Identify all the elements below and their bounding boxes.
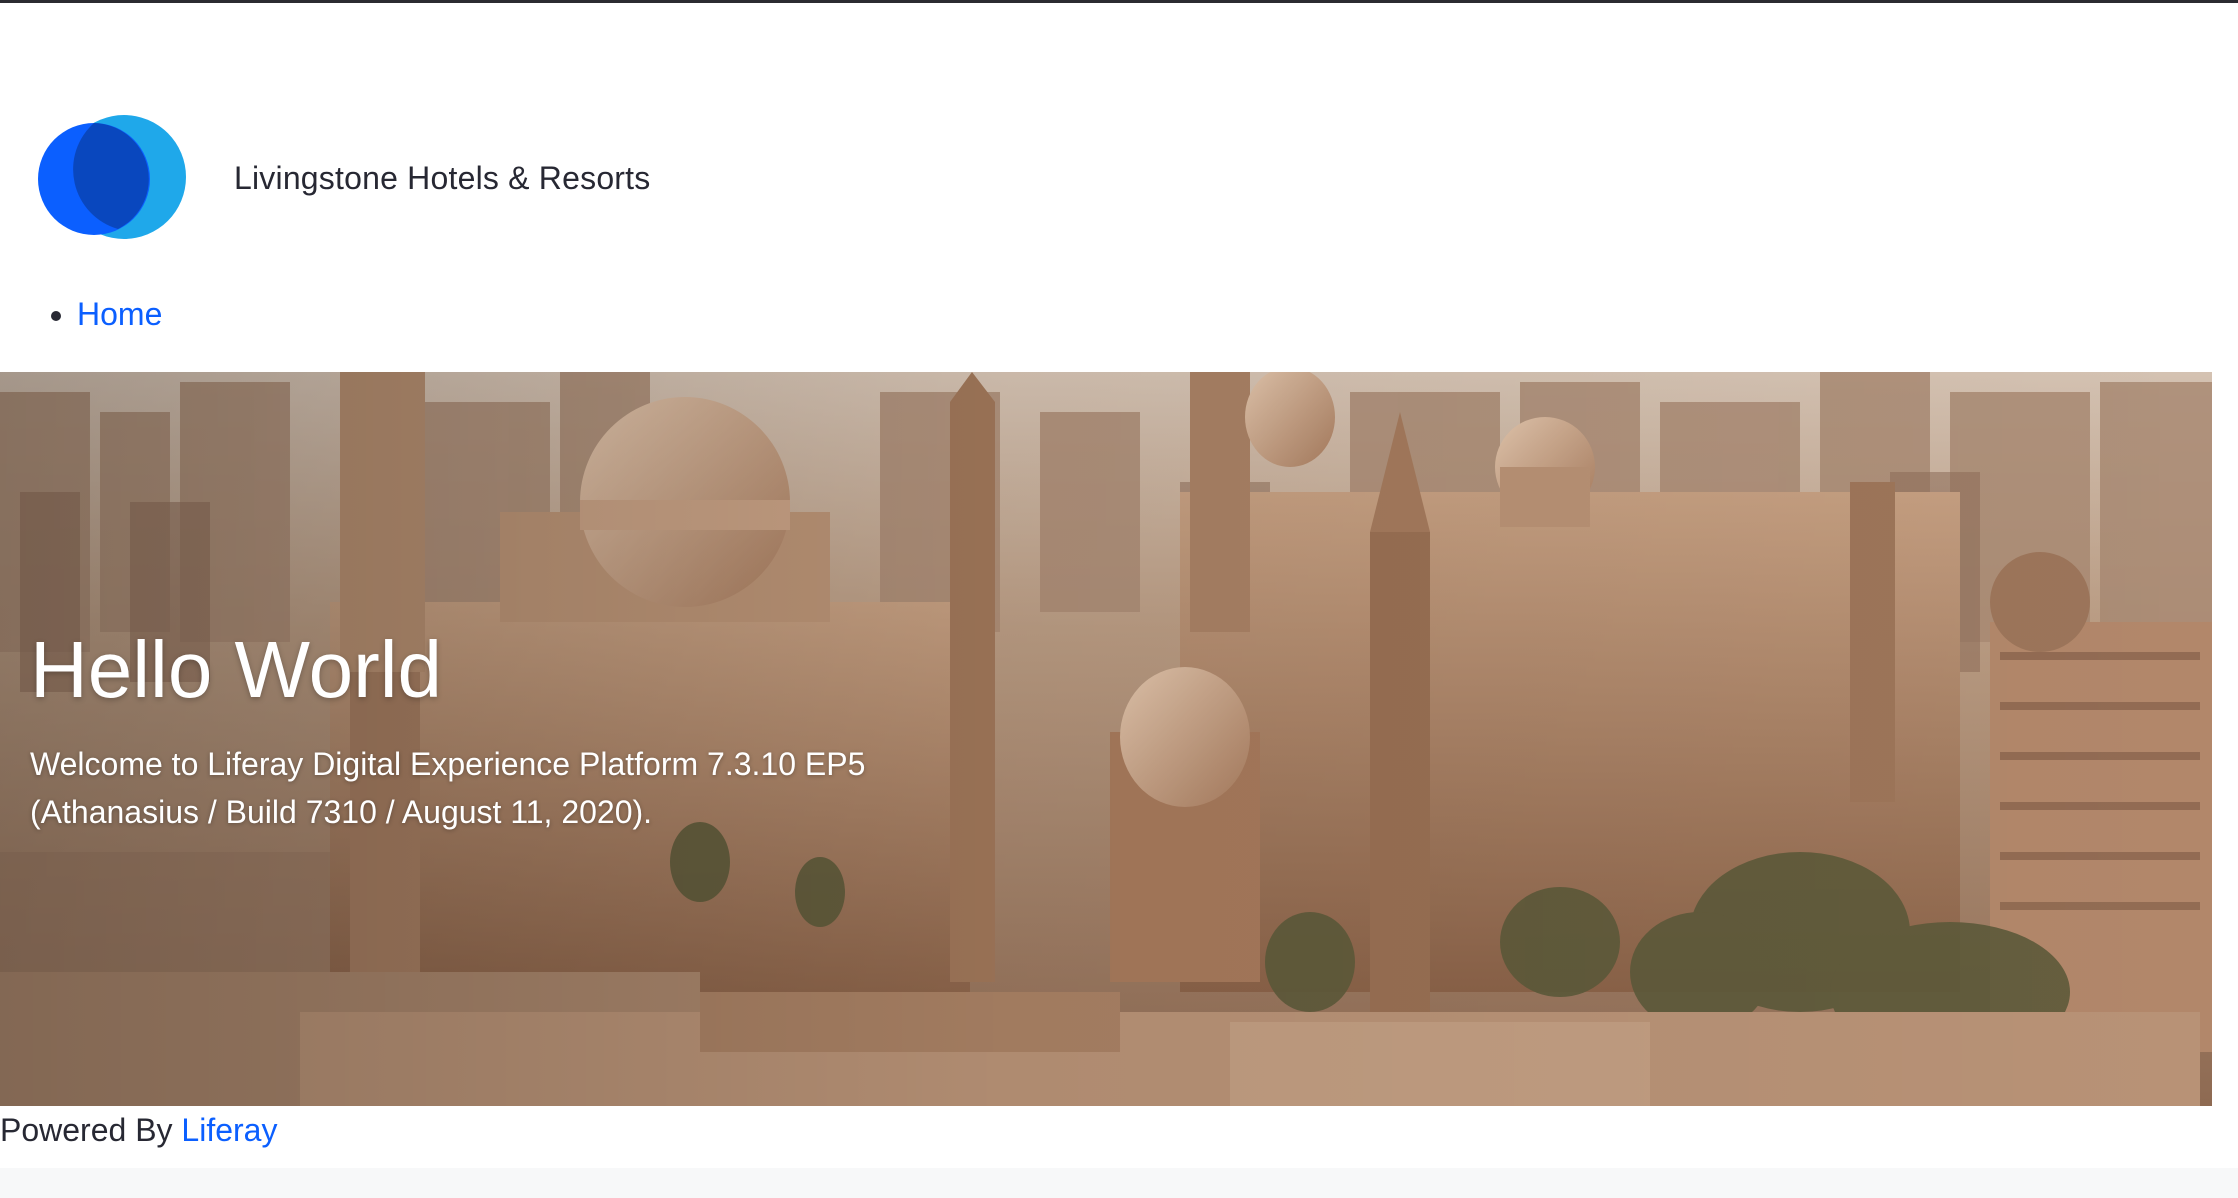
site-name[interactable]: Livingstone Hotels & Resorts [234,160,650,197]
page: Livingstone Hotels & Resorts Home [0,0,2238,1198]
main-navigation: Home [0,290,162,338]
hero-background-image [0,372,2212,1106]
liferay-logo-icon[interactable] [36,107,186,249]
nav-link-home[interactable]: Home [77,296,162,332]
hero-title: Hello World [30,625,442,714]
footer: Powered By Liferay [0,1112,277,1149]
bottom-band [0,1168,2238,1198]
site-header: Livingstone Hotels & Resorts [36,108,650,248]
footer-powered-by-text: Powered By [0,1112,173,1148]
hero-banner: Hello World Welcome to Liferay Digital E… [0,372,2212,1106]
footer-liferay-link[interactable]: Liferay [181,1112,277,1148]
top-border [0,0,2238,3]
hero-welcome-text: Welcome to Liferay Digital Experience Pl… [30,746,866,830]
nav-item-home: Home [77,290,162,338]
